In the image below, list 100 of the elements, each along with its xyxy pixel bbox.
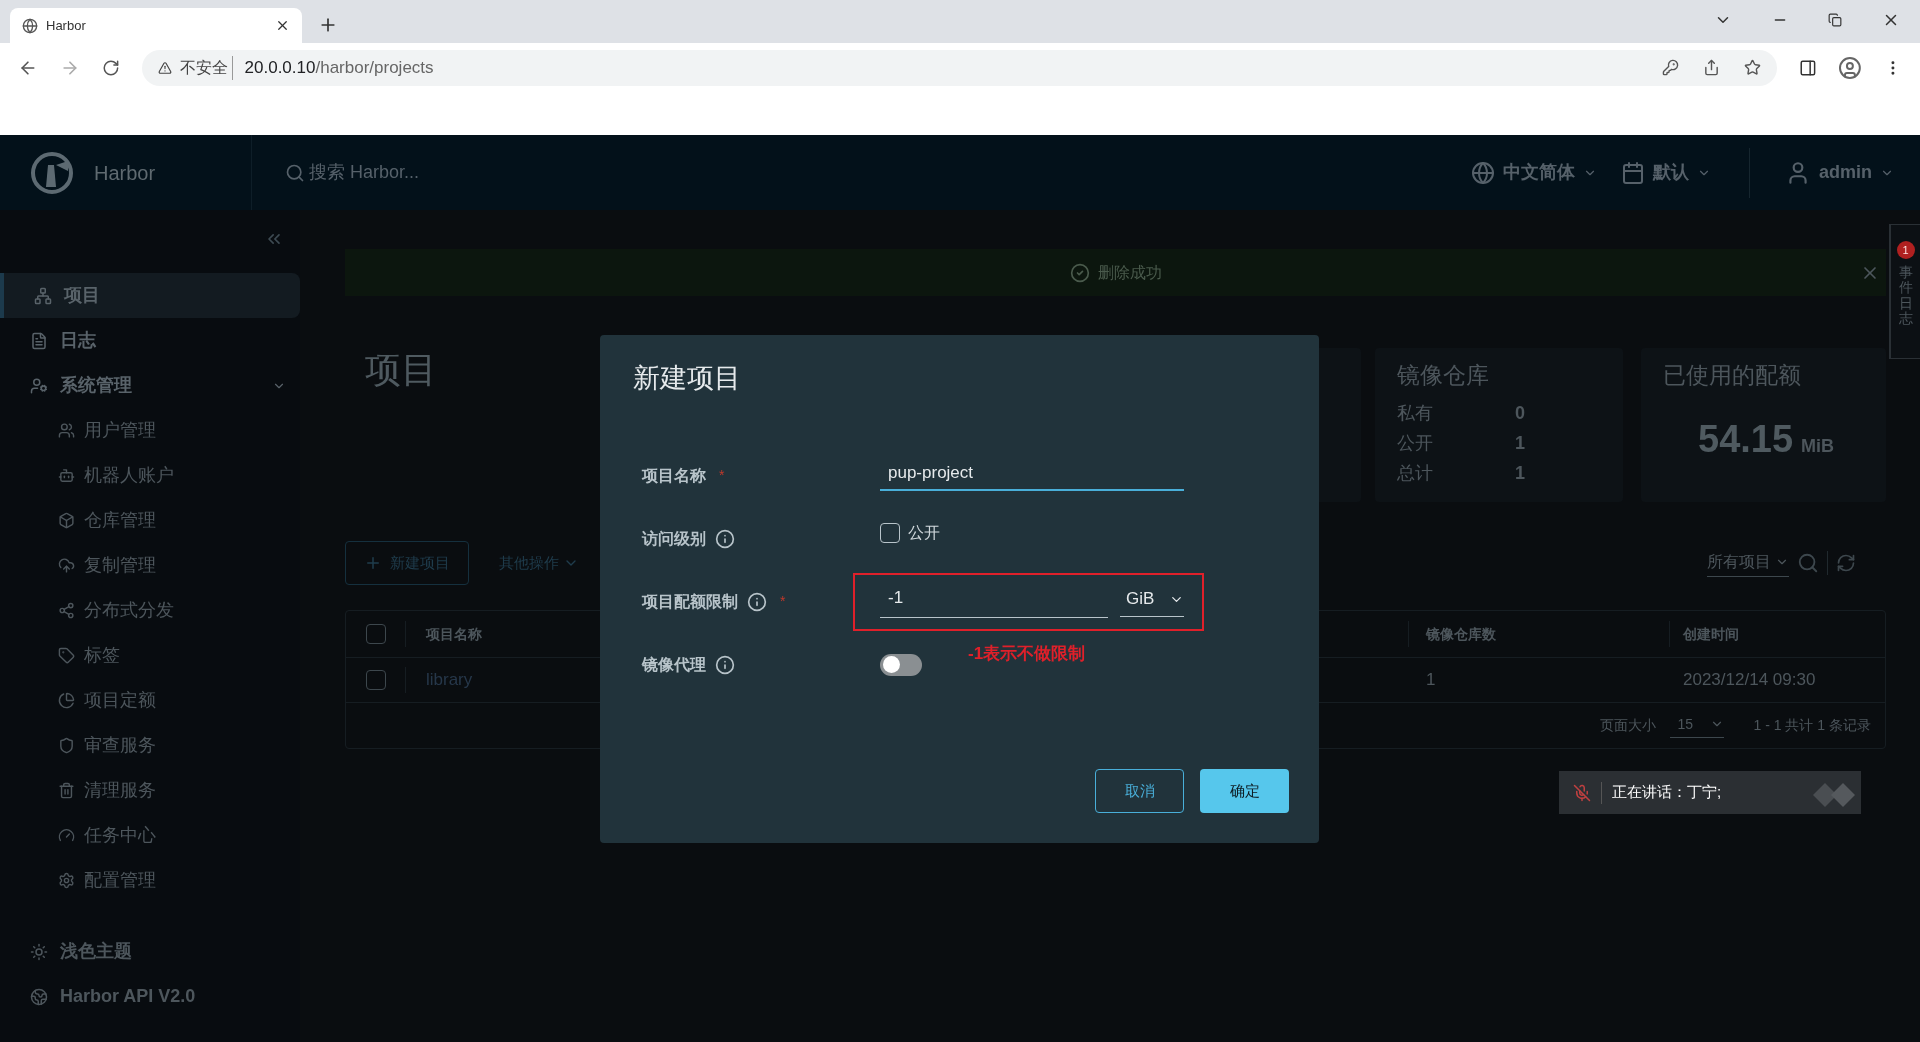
pie-chart-icon — [58, 692, 75, 709]
field-label: 项目配额限制 — [642, 591, 738, 612]
search-field[interactable]: 搜索 Harbor... — [309, 159, 609, 186]
speaking-text: 正在讲话：丁宁; — [1612, 782, 1722, 803]
sidebar-subitem[interactable]: 机器人账户 — [0, 453, 300, 498]
side-panel-icon[interactable] — [1798, 58, 1817, 77]
shield-icon — [58, 737, 75, 754]
card-title: 镜像仓库 — [1397, 361, 1490, 390]
sidebar-subitem[interactable]: 复制管理 — [0, 543, 300, 588]
sidebar-subitem[interactable]: 清理服务 — [0, 768, 300, 813]
sidebar-item[interactable]: 项目 — [0, 273, 300, 318]
table-cell: 1 — [1426, 670, 1436, 690]
document-icon — [30, 331, 48, 350]
plus-icon — [364, 554, 382, 572]
sidebar-subitem[interactable]: 仓库管理 — [0, 498, 300, 543]
browser-tab[interactable]: Harbor — [10, 8, 302, 43]
proxy-toggle[interactable] — [880, 653, 922, 676]
user-menu[interactable]: admin — [1785, 159, 1894, 186]
stat-label: 公开 — [1397, 432, 1434, 455]
address-bar[interactable]: 不安全 20.0.0.10/harbor/projects — [141, 49, 1777, 86]
sidebar-subitem[interactable]: 项目定额 — [0, 678, 300, 723]
sidebar-subitem[interactable]: 任务中心 — [0, 813, 300, 858]
event-log-label: 事件日志 — [1898, 265, 1913, 327]
cube-icon — [58, 512, 75, 529]
tag-icon — [58, 647, 75, 664]
muted-mic-icon — [1573, 783, 1591, 802]
robot-icon — [58, 467, 75, 484]
public-checkbox[interactable]: 公开 — [880, 520, 940, 545]
column-header[interactable]: 创建时间 — [1683, 623, 1739, 645]
field-label: 访问级别 — [642, 528, 706, 549]
sidebar-subitem[interactable]: 用户管理 — [0, 408, 300, 453]
cloud-icon — [58, 557, 75, 574]
sidebar-subitem[interactable]: 配置管理 — [0, 858, 300, 903]
banner-message: 删除成功 — [1097, 262, 1162, 283]
field-label: 项目名称 — [642, 465, 706, 486]
cancel-button[interactable]: 取消 — [1095, 769, 1184, 813]
required-mark: * — [780, 592, 786, 611]
column-header[interactable]: 项目名称 — [426, 623, 482, 645]
language-menu[interactable]: 中文简体 — [1471, 159, 1597, 186]
info-icon[interactable] — [715, 528, 735, 549]
page-size-select[interactable]: 15 — [1669, 713, 1724, 738]
annotation-note: -1表示不做限制 — [968, 643, 1086, 665]
quota-field[interactable]: -1 — [880, 585, 1108, 618]
filter-select[interactable]: 所有项目 — [1707, 549, 1789, 577]
sidebar-link[interactable]: 浅色主题 — [0, 929, 300, 974]
globe-icon — [30, 987, 48, 1006]
row-checkbox[interactable] — [365, 670, 386, 690]
share-nodes-icon — [58, 602, 75, 619]
event-log-tab[interactable]: 1 事件日志 — [1889, 224, 1920, 359]
stat-value: 0 — [1515, 402, 1525, 425]
stat-value: 1 — [1515, 432, 1525, 455]
user-gear-icon — [30, 376, 48, 395]
sidebar-link[interactable]: Harbor API V2.0 — [0, 974, 300, 1019]
hierarchy-icon — [34, 286, 52, 305]
tab-title: Harbor — [46, 16, 87, 35]
select-all-checkbox[interactable] — [365, 624, 386, 644]
unit-select[interactable]: GiB — [1120, 586, 1184, 617]
stat-label: 总计 — [1397, 462, 1434, 485]
gauge-icon — [58, 827, 75, 844]
quota-value: 54.15 — [1698, 416, 1794, 462]
bookmark-star-icon[interactable] — [1743, 59, 1761, 76]
field-label: 镜像代理 — [642, 654, 706, 675]
reload-icon[interactable] — [101, 58, 120, 77]
share-icon[interactable] — [1702, 59, 1720, 76]
pagination-summary: 1 - 1 共计 1 条记录 — [1753, 716, 1871, 735]
site-icon — [22, 17, 38, 34]
key-icon[interactable] — [1661, 59, 1679, 76]
schedule-menu[interactable]: 默认 — [1621, 159, 1711, 186]
project-name-field[interactable]: pup-project — [880, 459, 1184, 492]
card-title: 已使用的配额 — [1663, 361, 1802, 390]
users-icon — [58, 422, 75, 439]
confirm-button[interactable]: 确定 — [1200, 769, 1289, 813]
brand-name: Harbor — [94, 160, 156, 186]
globe-icon — [1471, 160, 1495, 185]
dialog-title: 新建项目 — [633, 362, 742, 395]
info-icon[interactable] — [715, 654, 735, 675]
sidebar-subitem[interactable]: 标签 — [0, 633, 300, 678]
page-title: 项目 — [365, 348, 437, 392]
profile-icon[interactable] — [1838, 55, 1863, 80]
info-icon[interactable] — [747, 591, 767, 612]
close-tab-icon[interactable] — [275, 18, 290, 33]
sun-icon — [30, 942, 48, 961]
notification-badge: 1 — [1896, 241, 1915, 259]
lighthouse-logo-icon — [30, 150, 74, 195]
restore-icon[interactable] — [1828, 13, 1842, 27]
column-header[interactable]: 镜像仓库数 — [1426, 623, 1496, 645]
sidebar-subitem[interactable]: 审查服务 — [0, 723, 300, 768]
stat-label: 私有 — [1397, 402, 1434, 425]
url-text: 20.0.0.10/harbor/projects — [244, 56, 434, 79]
trash-icon — [58, 782, 75, 799]
sidebar-item[interactable]: 日志 — [0, 318, 300, 363]
project-link[interactable]: library — [426, 670, 473, 690]
check-circle-icon — [1069, 262, 1090, 283]
required-mark: * — [719, 466, 725, 485]
sidebar-subitem[interactable]: 分布式分发 — [0, 588, 300, 633]
warning-icon — [157, 60, 172, 75]
sidebar-item[interactable]: 系统管理 — [0, 363, 300, 408]
table-cell: 2023/12/14 09:30 — [1683, 670, 1816, 690]
stat-value: 1 — [1515, 462, 1525, 485]
other-actions-menu[interactable]: 其他操作 — [499, 551, 579, 575]
